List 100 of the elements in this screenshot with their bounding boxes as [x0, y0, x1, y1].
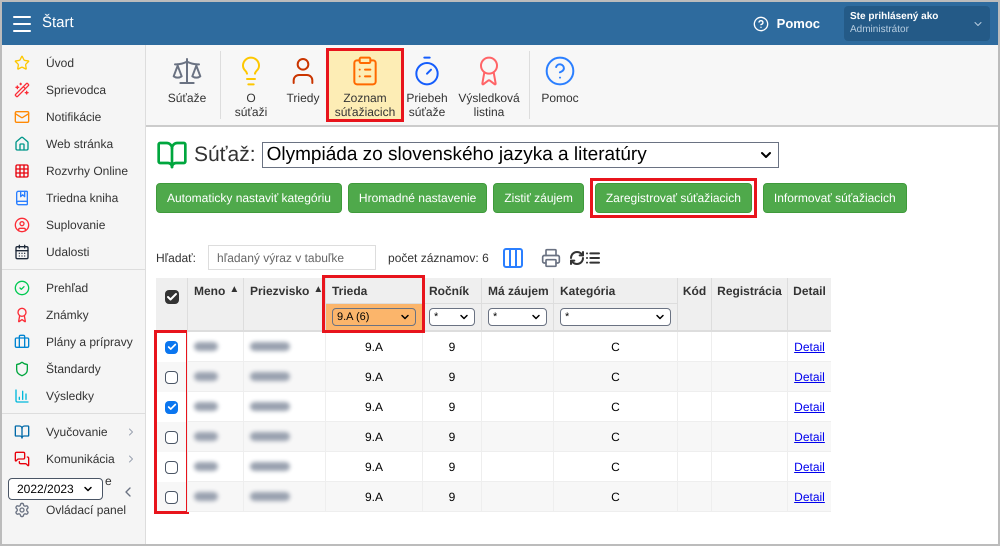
toolbar-button[interactable]: O súťaži: [225, 51, 277, 119]
competition-select[interactable]: Olympiáda zo slovenského jazyka a literatúry: [262, 142, 779, 168]
bar-chart-icon: [14, 388, 30, 404]
column-title[interactable]: Priezvisko: [250, 282, 310, 300]
sidebar-item[interactable]: Úvod: [2, 49, 145, 76]
wand-icon: [14, 82, 30, 98]
detail-link[interactable]: Detail: [794, 368, 825, 386]
select-all-checkbox[interactable]: [164, 290, 178, 304]
filter-select[interactable]: *: [560, 308, 671, 326]
sidebar-item[interactable]: Web stránka: [2, 130, 145, 157]
filter-select[interactable]: *: [429, 308, 475, 326]
table-cell-text: 9.A: [364, 458, 383, 476]
columns-icon[interactable]: [500, 246, 525, 270]
year-select[interactable]: 2022/2023: [8, 478, 103, 500]
calendar-icon: [14, 244, 30, 260]
envelope-icon: [14, 108, 30, 124]
toolbar-button[interactable]: Pomoc: [534, 51, 586, 119]
blurred-surname: [250, 372, 290, 381]
filter-select[interactable]: *: [488, 308, 547, 326]
toolbar-button[interactable]: Súťaže: [158, 51, 216, 119]
sort-arrow[interactable]: ▲: [313, 282, 324, 297]
sidebar-item[interactable]: Prehľad: [2, 274, 145, 301]
sidebar-item[interactable]: Štandardy: [2, 355, 145, 382]
sidebar-item[interactable]: Udalosti: [2, 238, 145, 265]
detail-link[interactable]: Detail: [794, 458, 825, 476]
scales-icon: [171, 55, 203, 87]
blurred-surname: [250, 342, 290, 351]
table-cell-text: 9.A: [364, 428, 383, 446]
grid-icon: [14, 162, 30, 178]
table-cell-text: 9.A: [364, 488, 383, 506]
table-cell-text: 9.A: [364, 398, 383, 416]
blurred-surname: [250, 432, 290, 441]
table-cell-text: 9.A: [364, 368, 383, 386]
book-icon: [14, 190, 30, 206]
toolbar-button[interactable]: Zoznam súťažiacich: [329, 51, 401, 119]
row-checkbox[interactable]: [165, 340, 178, 354]
row-checkbox[interactable]: [165, 490, 178, 504]
toolbar-button[interactable]: Výsledková listina: [453, 51, 525, 119]
open-book-icon: [14, 424, 30, 440]
competition-label: Súťaž:: [194, 142, 256, 168]
sidebar-item[interactable]: Plány a prípravy: [2, 328, 145, 355]
detail-link[interactable]: Detail: [794, 488, 825, 506]
table-cell-text: C: [611, 338, 620, 356]
sidebar-item[interactable]: Vyučovanie: [2, 418, 145, 445]
blurred-name: [194, 342, 218, 351]
help-icon: [544, 55, 576, 87]
blurred-surname: [250, 492, 290, 501]
column-title[interactable]: Má záujem: [488, 282, 549, 300]
row-checkbox[interactable]: [165, 400, 178, 414]
books-icon: [156, 139, 188, 171]
column-title[interactable]: Registrácia: [717, 282, 782, 300]
detail-link[interactable]: Detail: [794, 338, 825, 356]
user-role: Administrátor: [850, 24, 910, 36]
sidebar-item[interactable]: Sprievodca: [2, 76, 145, 103]
blurred-name: [194, 462, 218, 471]
search-field[interactable]: hľadaný výraz v tabuľke: [208, 245, 376, 270]
sidebar-item[interactable]: Notifikácie: [2, 103, 145, 130]
sort-arrow[interactable]: ▲: [229, 282, 240, 297]
blurred-surname: [250, 402, 290, 411]
page-title: Štart: [42, 12, 75, 34]
help-link[interactable]: Pomoc: [776, 14, 820, 34]
table-cell-text: 9: [448, 398, 456, 416]
help-icon[interactable]: [752, 16, 769, 32]
chat-icon: [14, 450, 30, 466]
list-icon[interactable]: [584, 250, 601, 266]
sidebar-item[interactable]: Rozvrhy Online: [2, 157, 145, 184]
sidebar-item[interactable]: Ovládací panel: [2, 502, 145, 518]
table-cell-text: 9: [448, 368, 456, 386]
sidebar-item[interactable]: Komunikácia: [2, 445, 145, 472]
sidebar-item[interactable]: Triedna kniha: [2, 184, 145, 211]
table-cell-text: C: [611, 428, 620, 446]
user-menu[interactable]: Ste prihlásený ako Administrátor: [844, 6, 990, 41]
blurred-name: [194, 492, 218, 501]
row-checkbox[interactable]: [165, 430, 178, 444]
column-title[interactable]: Trieda: [332, 282, 368, 300]
column-title[interactable]: Kód: [682, 282, 706, 300]
column-title[interactable]: Meno: [194, 282, 226, 300]
blurred-surname: [250, 462, 290, 471]
column-title[interactable]: Ročník: [429, 282, 470, 300]
printer-icon[interactable]: [540, 248, 561, 268]
row-checkbox[interactable]: [165, 460, 178, 474]
column-title[interactable]: Detail: [793, 282, 826, 300]
sidebar-item[interactable]: Známky: [2, 301, 145, 328]
filter-select[interactable]: 9.A (6): [332, 308, 416, 326]
shield-icon: [14, 360, 30, 376]
column-title[interactable]: Kategória: [560, 282, 616, 300]
sidebar-item[interactable]: Výsledky: [2, 382, 145, 409]
check-icon: [166, 342, 176, 352]
table-cell-text: C: [611, 488, 620, 506]
table-cell-text: 9: [448, 338, 456, 356]
detail-link[interactable]: Detail: [794, 398, 825, 416]
toolbar-button[interactable]: Triedy: [277, 51, 329, 119]
sidebar-item[interactable]: Suplovanie: [2, 211, 145, 238]
table-cell-text: C: [611, 398, 620, 416]
table-cell-text: C: [611, 368, 620, 386]
refresh-icon[interactable]: [568, 250, 585, 266]
table-cell-text: 9.A: [364, 338, 383, 356]
toolbar-button[interactable]: Priebeh súťaže: [401, 51, 453, 119]
detail-link[interactable]: Detail: [794, 428, 825, 446]
row-checkbox[interactable]: [165, 370, 178, 384]
